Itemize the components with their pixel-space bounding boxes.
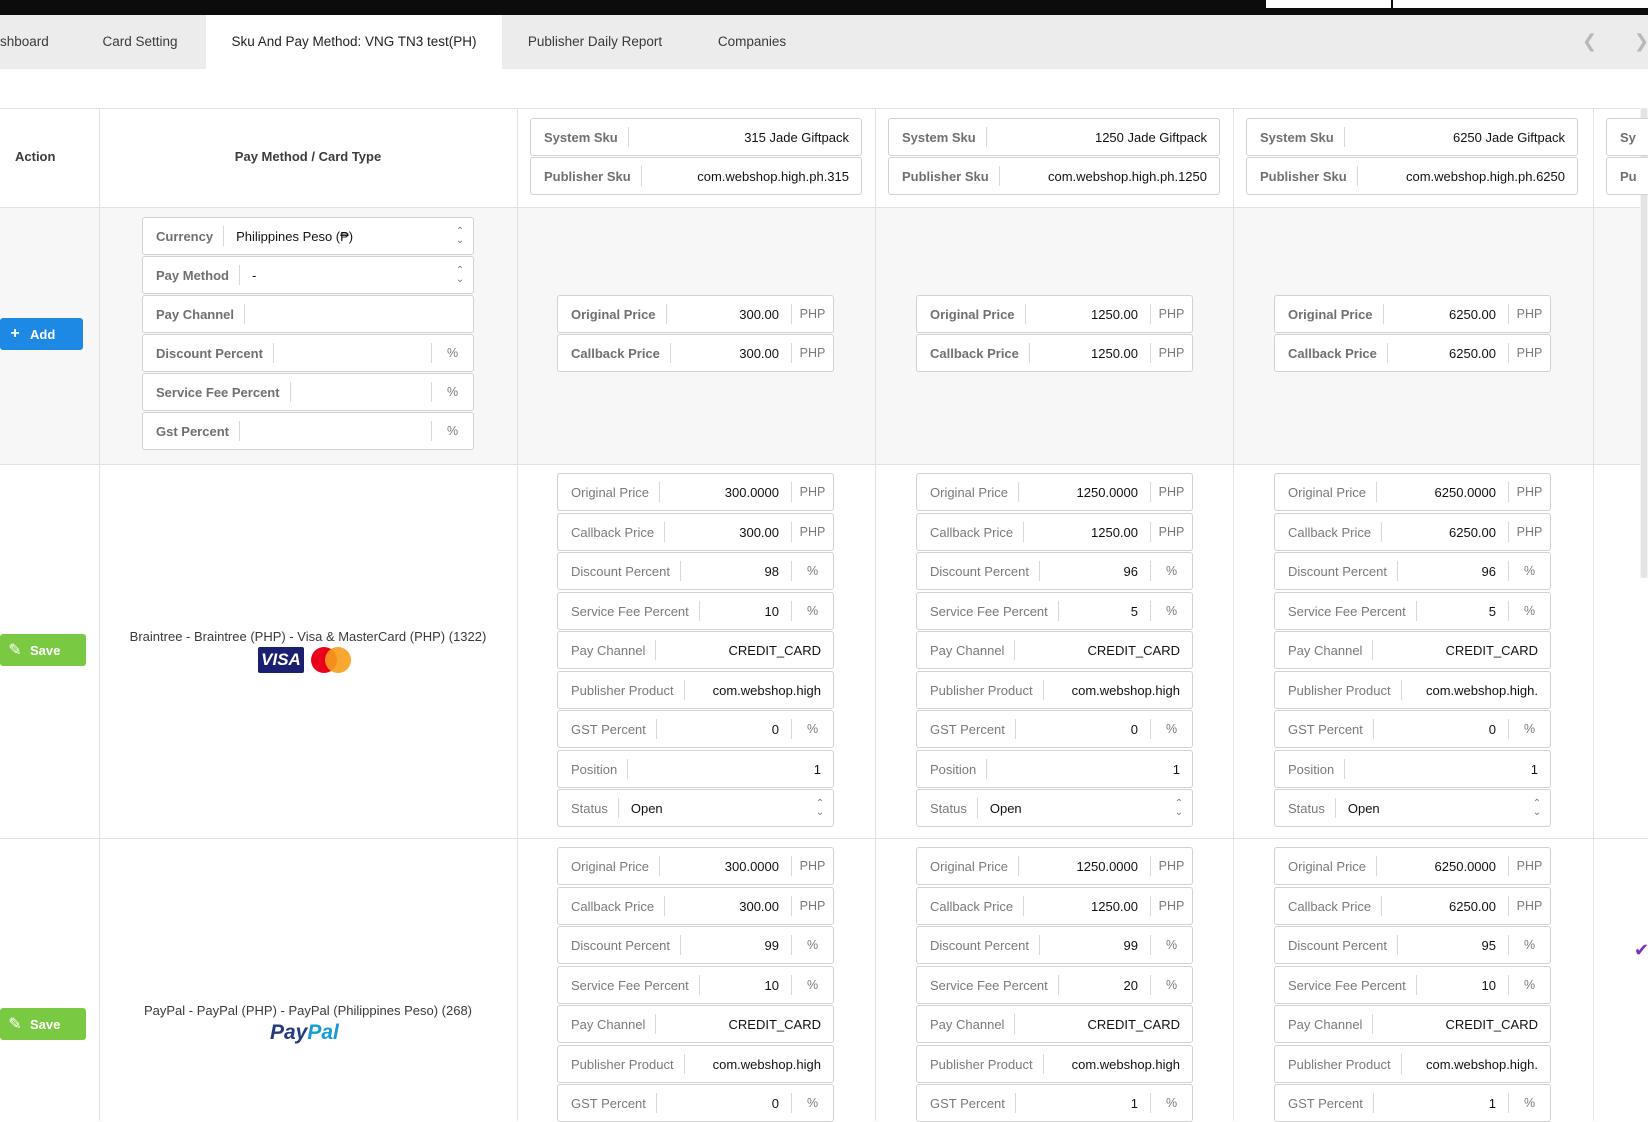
select-arrows-icon: ⌃ ⌄	[1532, 798, 1542, 818]
callback-price-input[interactable]: Callback Price 300.00 PHP	[557, 513, 834, 551]
discount-percent-input[interactable]: Discount Percent 98%	[557, 552, 834, 590]
select-arrows-icon: ⌃ ⌄	[455, 265, 465, 285]
original-price-input[interactable]: Original Price 1250.00 PHP	[916, 295, 1193, 333]
pay-channel-input[interactable]: Pay Channel CREDIT_CARD	[916, 631, 1193, 669]
publisher-product-input[interactable]: Publisher Product com.webshop.high	[916, 1045, 1193, 1083]
callback-price-input[interactable]: Callback Price 300.00 PHP	[557, 334, 834, 372]
tab-companies[interactable]: Companies	[700, 15, 804, 69]
pay-channel-input[interactable]: Pay Channel	[142, 295, 474, 333]
tab-publisher-daily-report[interactable]: Publisher Daily Report	[512, 15, 678, 69]
position-input[interactable]: Position 1	[1274, 750, 1551, 788]
header-action: Action	[15, 149, 56, 164]
gst-percent-input[interactable]: GST Percent 1%	[916, 1084, 1193, 1122]
service-fee-percent-input[interactable]: Service Fee Percent 20%	[916, 966, 1193, 1004]
publisher-product-input[interactable]: Publisher Product com.webshop.high.	[1274, 671, 1551, 709]
publisher-sku-field: Publisher Sku com.webshop.high.ph.6250	[1246, 157, 1578, 195]
gst-percent-input[interactable]: Gst Percent %	[142, 412, 474, 450]
pay-channel-input[interactable]: Pay Channel CREDIT_CARD	[916, 1005, 1193, 1043]
publisher-product-input[interactable]: Publisher Product com.webshop.high	[557, 671, 834, 709]
discount-percent-input[interactable]: Discount Percent 99%	[916, 926, 1193, 964]
gst-percent-input[interactable]: GST Percent 0%	[916, 710, 1193, 748]
select-arrows-icon: ⌃ ⌄	[1174, 798, 1184, 818]
chevron-right-icon[interactable]: ❯	[1634, 15, 1648, 69]
callback-price-input[interactable]: Callback Price 1250.00 PHP	[916, 334, 1193, 372]
tab-sku-and-pay-method[interactable]: Sku And Pay Method: VNG TN3 test(PH)	[206, 15, 502, 69]
original-price-input[interactable]: Original Price 6250.0000 PHP	[1274, 847, 1551, 885]
pay-method-name: Braintree - Braintree (PHP) - Visa & Mas…	[129, 629, 487, 644]
original-price-input[interactable]: Original Price 1250.0000 PHP	[916, 473, 1193, 511]
system-sku-field: System Sku 1250 Jade Giftpack	[888, 118, 1220, 156]
pay-method-select[interactable]: Pay Method - ⌃ ⌄	[142, 256, 474, 294]
tab-dashboard[interactable]: shboard	[0, 15, 60, 69]
service-fee-percent-input[interactable]: Service Fee Percent 10%	[557, 966, 834, 1004]
header-pay-method: Pay Method / Card Type	[234, 149, 382, 164]
chevron-left-icon[interactable]: ❮	[1582, 15, 1597, 69]
mastercard-logo	[311, 647, 351, 673]
gst-percent-input[interactable]: GST Percent 0%	[557, 710, 834, 748]
system-sku-field: System Sku 315 Jade Giftpack	[530, 118, 862, 156]
plus-icon: +	[10, 325, 20, 342]
pay-channel-input[interactable]: Pay Channel CREDIT_CARD	[557, 631, 834, 669]
service-fee-percent-input[interactable]: Service Fee Percent 5%	[1274, 592, 1551, 630]
currency-select[interactable]: Currency Philippines Peso (₱) ⌃ ⌄	[142, 217, 474, 255]
service-fee-percent-input[interactable]: Service Fee Percent 10%	[557, 592, 834, 630]
pay-channel-input[interactable]: Pay Channel CREDIT_CARD	[1274, 631, 1551, 669]
callback-price-input[interactable]: Callback Price 1250.00 PHP	[916, 513, 1193, 551]
status-select[interactable]: Status Open ⌃ ⌄	[1274, 789, 1551, 827]
paypal-logo: PayPal	[270, 1021, 339, 1044]
callback-price-input[interactable]: Callback Price 6250.00 PHP	[1274, 513, 1551, 551]
tab-card-setting[interactable]: Card Setting	[80, 15, 200, 69]
callback-price-input[interactable]: Callback Price 300.00 PHP	[557, 887, 834, 925]
top-bar	[0, 0, 1648, 15]
original-price-input[interactable]: Original Price 300.0000 PHP	[557, 473, 834, 511]
pay-channel-input[interactable]: Pay Channel CREDIT_CARD	[1274, 1005, 1551, 1043]
select-arrows-icon: ⌃ ⌄	[815, 798, 825, 818]
publisher-product-input[interactable]: Publisher Product com.webshop.high.	[1274, 1045, 1551, 1083]
tab-bar: shboard Card Setting Sku And Pay Method:…	[0, 15, 1648, 69]
add-button[interactable]: + Add	[0, 318, 83, 350]
pencil-icon: ✎	[8, 1016, 22, 1033]
partial-system-sku: Sy	[1606, 118, 1648, 156]
callback-price-input[interactable]: Callback Price 6250.00 PHP	[1274, 887, 1551, 925]
position-input[interactable]: Position 1	[557, 750, 834, 788]
top-bar-box	[1266, 0, 1391, 8]
callback-price-input[interactable]: Callback Price 6250.00 PHP	[1274, 334, 1551, 372]
original-price-input[interactable]: Original Price 300.0000 PHP	[557, 847, 834, 885]
pencil-icon: ✎	[8, 642, 22, 659]
gst-percent-input[interactable]: GST Percent 0%	[557, 1084, 834, 1122]
pay-method-name: PayPal - PayPal (PHP) - PayPal (Philippi…	[143, 1003, 473, 1018]
status-select[interactable]: Status Open ⌃ ⌄	[557, 789, 834, 827]
service-fee-percent-input[interactable]: Service Fee Percent 10%	[1274, 966, 1551, 1004]
discount-percent-input[interactable]: Discount Percent 96%	[916, 552, 1193, 590]
system-sku-field: System Sku 6250 Jade Giftpack	[1246, 118, 1578, 156]
partial-publisher-sku: Pu	[1606, 157, 1648, 195]
top-bar-box	[1393, 0, 1648, 8]
callback-price-input[interactable]: Callback Price 1250.00 PHP	[916, 887, 1193, 925]
publisher-product-input[interactable]: Publisher Product com.webshop.high	[916, 671, 1193, 709]
discount-percent-input[interactable]: Discount Percent 96%	[1274, 552, 1551, 590]
checkmark-icon: ✔	[1634, 940, 1648, 966]
position-input[interactable]: Position 1	[916, 750, 1193, 788]
visa-logo: VISA	[258, 647, 304, 673]
save-button[interactable]: ✎ Save	[0, 1008, 86, 1040]
discount-percent-input[interactable]: Discount Percent %	[142, 334, 474, 372]
gst-percent-input[interactable]: GST Percent 0%	[1274, 710, 1551, 748]
save-button[interactable]: ✎ Save	[0, 634, 86, 666]
discount-percent-input[interactable]: Discount Percent 95%	[1274, 926, 1551, 964]
select-arrows-icon: ⌃ ⌄	[455, 226, 465, 246]
service-fee-percent-input[interactable]: Service Fee Percent %	[142, 373, 474, 411]
pay-channel-input[interactable]: Pay Channel CREDIT_CARD	[557, 1005, 834, 1043]
original-price-input[interactable]: Original Price 6250.0000 PHP	[1274, 473, 1551, 511]
service-fee-percent-input[interactable]: Service Fee Percent 5%	[916, 592, 1193, 630]
gst-percent-input[interactable]: GST Percent 1%	[1274, 1084, 1551, 1122]
discount-percent-input[interactable]: Discount Percent 99%	[557, 926, 834, 964]
status-select[interactable]: Status Open ⌃ ⌄	[916, 789, 1193, 827]
original-price-input[interactable]: Original Price 1250.0000 PHP	[916, 847, 1193, 885]
publisher-sku-field: Publisher Sku com.webshop.high.ph.315	[530, 157, 862, 195]
publisher-sku-field: Publisher Sku com.webshop.high.ph.1250	[888, 157, 1220, 195]
original-price-input[interactable]: Original Price 300.00 PHP	[557, 295, 834, 333]
publisher-product-input[interactable]: Publisher Product com.webshop.high	[557, 1045, 834, 1083]
original-price-input[interactable]: Original Price 6250.00 PHP	[1274, 295, 1551, 333]
